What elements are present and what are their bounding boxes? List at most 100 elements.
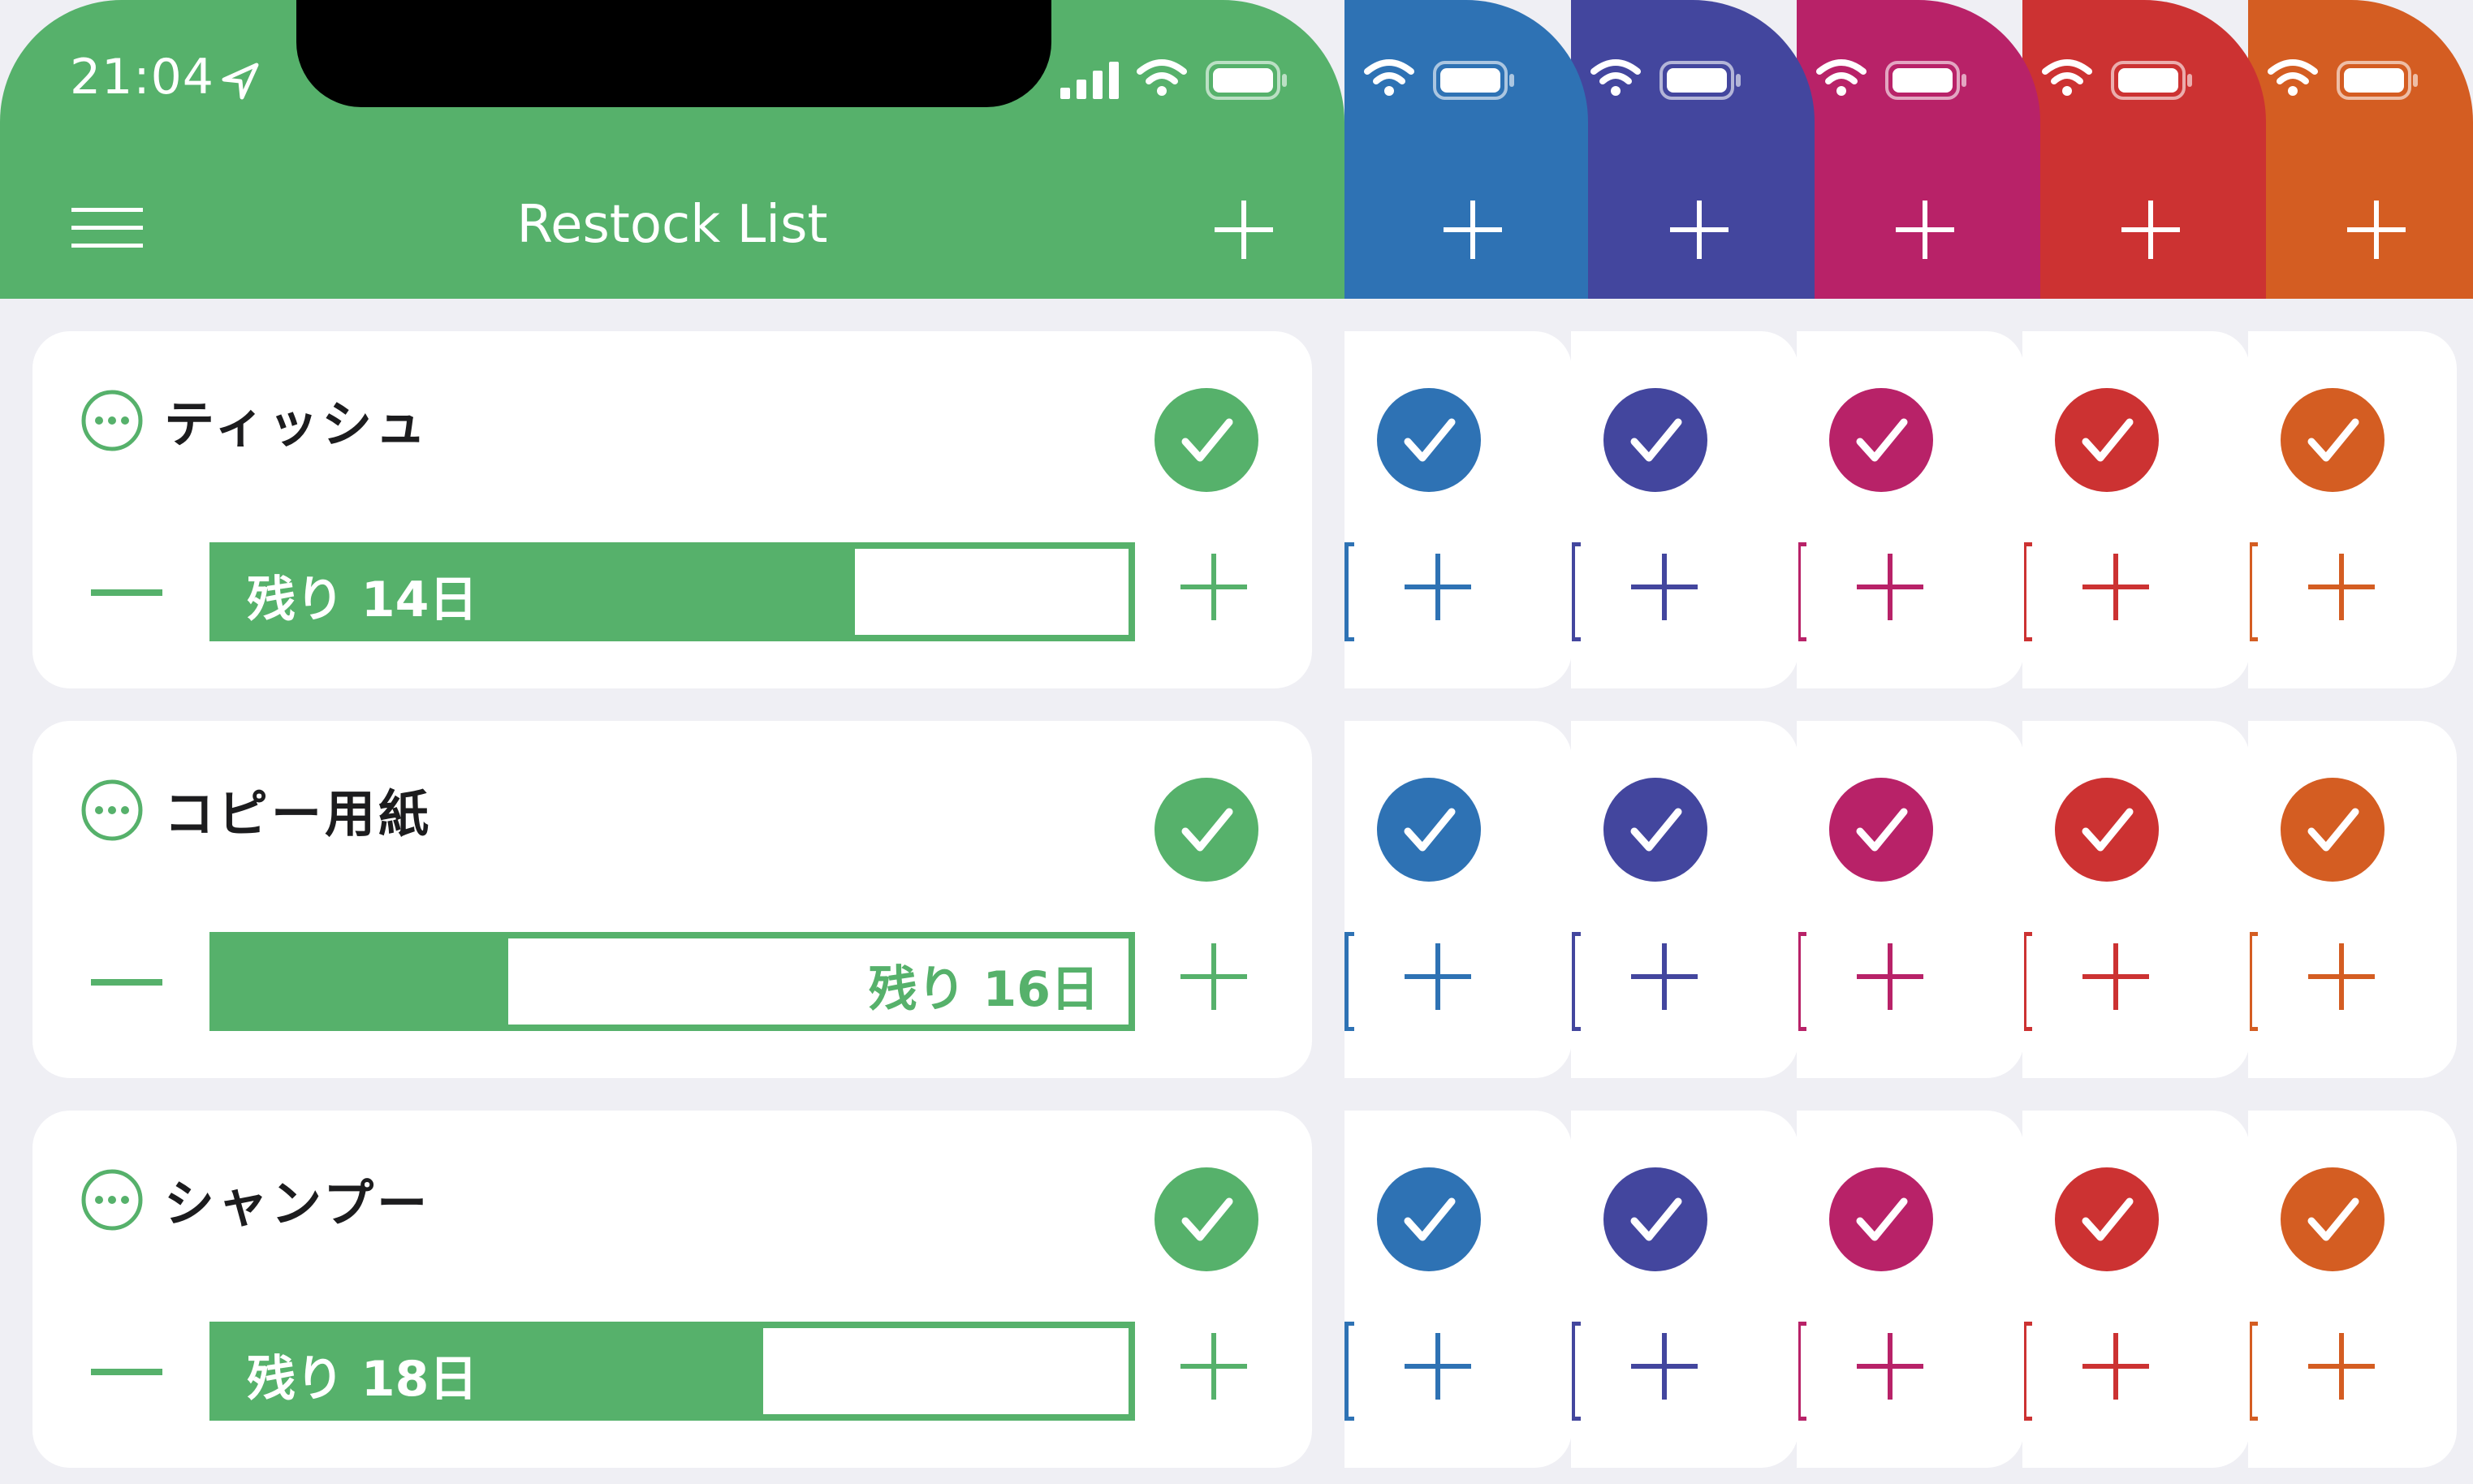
wifi-icon bbox=[1364, 59, 1414, 96]
check-icon bbox=[1404, 808, 1456, 852]
wifi-icon bbox=[1590, 59, 1641, 96]
check-icon bbox=[1630, 1197, 1682, 1241]
wifi-icon bbox=[2268, 59, 2318, 96]
check-button[interactable] bbox=[1829, 1167, 1933, 1271]
navigation-header bbox=[1571, 0, 1815, 299]
plus-icon[interactable] bbox=[1629, 942, 1699, 1012]
check-icon bbox=[2082, 1197, 2134, 1241]
navigation-header bbox=[2022, 0, 2266, 299]
add-icon[interactable] bbox=[1894, 199, 1956, 261]
check-button[interactable] bbox=[2055, 388, 2159, 492]
add-icon[interactable] bbox=[1442, 199, 1504, 261]
item-card bbox=[2022, 331, 2250, 688]
item-card bbox=[2248, 721, 2457, 1078]
page-title: Restock List bbox=[516, 195, 828, 255]
battery-icon bbox=[1206, 61, 1287, 100]
plus-icon[interactable] bbox=[1629, 1331, 1699, 1401]
add-icon[interactable] bbox=[1213, 199, 1275, 261]
check-icon bbox=[2307, 1197, 2359, 1241]
plus-icon[interactable] bbox=[1179, 552, 1249, 622]
item-card bbox=[1571, 331, 1798, 688]
battery-icon bbox=[1433, 61, 1514, 100]
item-card bbox=[1344, 1111, 1572, 1468]
add-icon[interactable] bbox=[1668, 199, 1730, 261]
navigation-header: 21:04 Restock List bbox=[0, 0, 1344, 299]
item-card bbox=[2248, 1111, 2457, 1468]
theme-strip-magenta bbox=[1797, 0, 2040, 1484]
plus-icon[interactable] bbox=[1403, 942, 1473, 1012]
check-button[interactable] bbox=[1377, 778, 1481, 882]
check-button[interactable] bbox=[1603, 778, 1707, 882]
check-icon bbox=[1181, 1197, 1233, 1241]
plus-icon[interactable] bbox=[2081, 1331, 2151, 1401]
plus-icon[interactable] bbox=[2081, 942, 2151, 1012]
item-card bbox=[2248, 331, 2457, 688]
plus-icon[interactable] bbox=[1629, 552, 1699, 622]
battery-icon bbox=[2111, 61, 2192, 100]
minus-icon[interactable] bbox=[91, 589, 162, 596]
check-button[interactable] bbox=[1154, 1167, 1258, 1271]
check-icon bbox=[2082, 808, 2134, 852]
battery-icon bbox=[2337, 61, 2418, 100]
plus-icon[interactable] bbox=[1855, 942, 1925, 1012]
theme-strip-indigo bbox=[1571, 0, 1815, 1484]
check-button[interactable] bbox=[2281, 388, 2385, 492]
item-card bbox=[1571, 721, 1798, 1078]
plus-icon[interactable] bbox=[1403, 552, 1473, 622]
item-name: シャンプー bbox=[164, 1174, 431, 1233]
plus-icon[interactable] bbox=[2307, 942, 2376, 1012]
check-button[interactable] bbox=[2281, 1167, 2385, 1271]
plus-icon[interactable] bbox=[1855, 552, 1925, 622]
item-card bbox=[1344, 721, 1572, 1078]
remaining-progress-bar: 残り 18日 bbox=[209, 1322, 1135, 1421]
progress-bar-edge bbox=[1344, 932, 1354, 1031]
check-button[interactable] bbox=[1829, 388, 1933, 492]
plus-icon[interactable] bbox=[1179, 1331, 1249, 1401]
progress-bar-edge bbox=[1344, 542, 1354, 641]
check-button[interactable] bbox=[1377, 1167, 1481, 1271]
plus-icon[interactable] bbox=[2307, 552, 2376, 622]
minus-icon[interactable] bbox=[91, 1369, 162, 1375]
plus-icon[interactable] bbox=[1403, 1331, 1473, 1401]
theme-strip-blue bbox=[1344, 0, 1588, 1484]
plus-icon[interactable] bbox=[2307, 1331, 2376, 1401]
check-button[interactable] bbox=[2281, 778, 2385, 882]
minus-icon[interactable] bbox=[91, 979, 162, 986]
check-icon bbox=[2082, 418, 2134, 462]
plus-icon[interactable] bbox=[2081, 552, 2151, 622]
more-icon[interactable] bbox=[80, 388, 145, 453]
check-button[interactable] bbox=[1603, 388, 1707, 492]
location-arrow-icon bbox=[222, 63, 259, 100]
plus-icon[interactable] bbox=[1179, 942, 1249, 1012]
item-card bbox=[2022, 721, 2250, 1078]
check-button[interactable] bbox=[2055, 1167, 2159, 1271]
battery-icon bbox=[1659, 61, 1741, 100]
check-button[interactable] bbox=[2055, 778, 2159, 882]
remaining-days-label: 残り 18日 bbox=[247, 1351, 478, 1408]
check-button[interactable] bbox=[1154, 778, 1258, 882]
check-button[interactable] bbox=[1603, 1167, 1707, 1271]
theme-strip-red bbox=[2022, 0, 2266, 1484]
check-button[interactable] bbox=[1154, 388, 1258, 492]
item-card bbox=[1571, 1111, 1798, 1468]
device-notch bbox=[296, 0, 1051, 107]
add-icon[interactable] bbox=[2346, 199, 2407, 261]
more-icon[interactable] bbox=[80, 1167, 145, 1232]
check-button[interactable] bbox=[1377, 388, 1481, 492]
check-icon bbox=[2307, 418, 2359, 462]
check-icon bbox=[1181, 418, 1233, 462]
item-name: ティッシュ bbox=[164, 395, 429, 454]
remaining-progress-fill bbox=[216, 938, 508, 1025]
check-icon bbox=[1181, 808, 1233, 852]
add-icon[interactable] bbox=[2120, 199, 2182, 261]
plus-icon[interactable] bbox=[1855, 1331, 1925, 1401]
battery-icon bbox=[1885, 61, 1966, 100]
item-card bbox=[1344, 331, 1572, 688]
check-icon bbox=[1856, 418, 1908, 462]
check-button[interactable] bbox=[1829, 778, 1933, 882]
item-card bbox=[1797, 1111, 2024, 1468]
remaining-progress-bar: 残り 14日 bbox=[209, 542, 1135, 641]
more-icon[interactable] bbox=[80, 778, 145, 843]
item-card bbox=[1797, 721, 2024, 1078]
remaining-days-label: 残り 14日 bbox=[247, 572, 478, 628]
